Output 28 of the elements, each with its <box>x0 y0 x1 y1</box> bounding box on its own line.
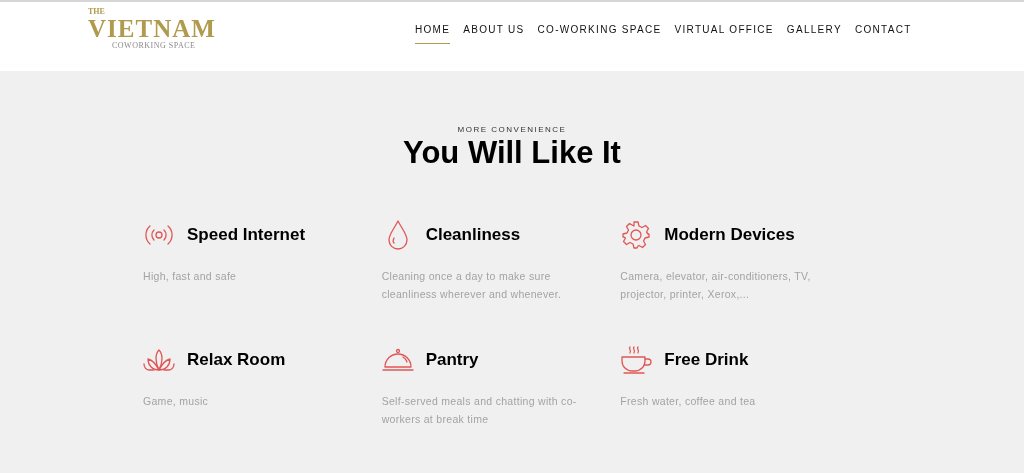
feature-title: Speed Internet <box>187 224 306 247</box>
feature-title: Relax Room <box>187 349 286 372</box>
section-eyebrow: MORE CONVENIENCE <box>457 126 567 134</box>
feature-description: High, fast and safe <box>143 269 238 284</box>
feature-description: Camera, elevator, air-conditioners, TV, projector, printer, Xerox,... <box>620 269 812 302</box>
feature-title: Free Drink <box>664 349 749 372</box>
cloche-icon <box>381 348 414 372</box>
drop-icon <box>385 219 410 251</box>
cup-icon <box>620 345 653 375</box>
feature-title: Modern Devices <box>664 224 795 247</box>
feature-description: Self-served meals and chatting with co-workers at break time <box>381 394 578 427</box>
nav-link[interactable]: GALLERY <box>786 22 842 44</box>
nav-link[interactable]: VIRTUAL OFFICE <box>674 22 774 44</box>
lotus-icon <box>143 348 175 372</box>
section-title: You Will Like It <box>403 137 621 168</box>
nav-link[interactable]: CO-WORKING SPACE <box>537 22 662 44</box>
gear-icon <box>621 220 652 250</box>
logo-tagline: COWORKING SPACE <box>112 42 196 50</box>
feature-description: Fresh water, coffee and tea <box>620 394 757 409</box>
feature-title: Cleanliness <box>425 224 521 247</box>
feature-title: Pantry <box>425 349 479 372</box>
feature-description: Cleaning once a day to make sure cleanliness wherever and whenever. <box>381 269 563 302</box>
nav-link[interactable]: HOME <box>415 22 451 44</box>
logo-text: THE <box>88 8 105 16</box>
feature-description: Game, music <box>143 394 210 409</box>
nav-link[interactable]: ABOUT US <box>463 22 525 44</box>
nav-link[interactable]: CONTACT <box>854 22 912 44</box>
logo-text: VIETNAM <box>88 16 216 41</box>
